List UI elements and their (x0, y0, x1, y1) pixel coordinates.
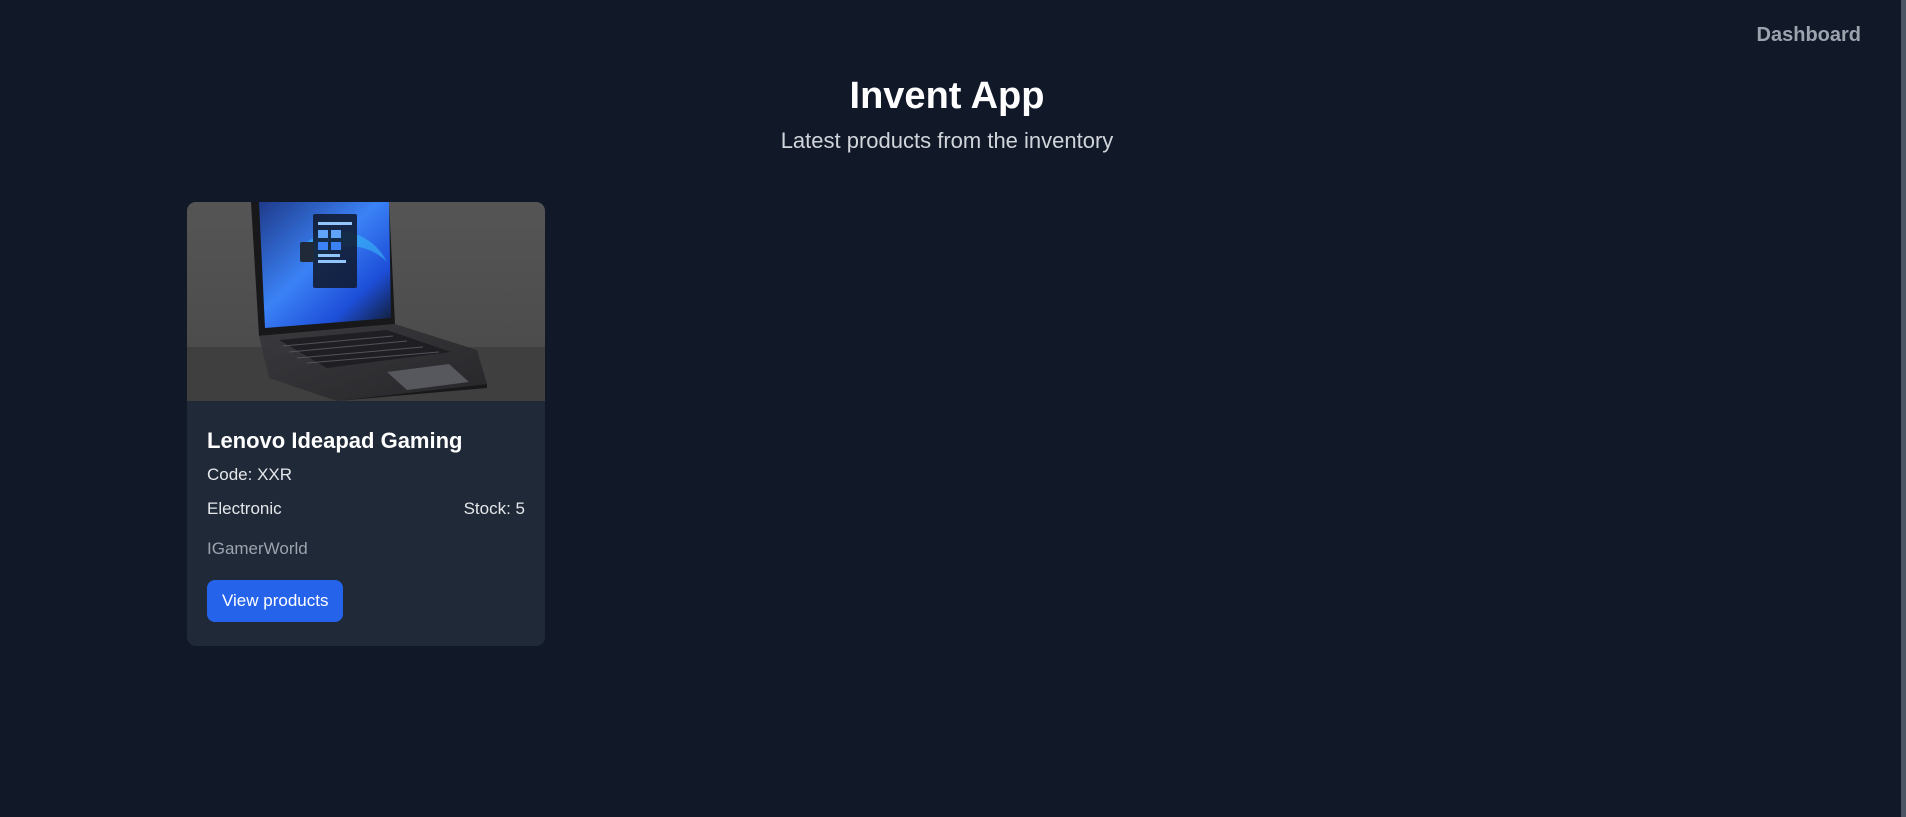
page-header: Invent App Latest products from the inve… (0, 70, 1894, 154)
product-card: Lenovo Ideapad Gaming Code: XXR Electron… (187, 202, 545, 646)
product-stock: Stock: 5 (463, 499, 525, 518)
scrollbar[interactable] (1901, 0, 1906, 817)
product-vendor: IGamerWorld (207, 539, 308, 558)
product-code: Code: XXR (207, 465, 293, 484)
page: Dashboard Invent App Latest products fro… (0, 0, 1906, 817)
dashboard-link[interactable]: Dashboard (1757, 24, 1861, 47)
product-card-body: Lenovo Ideapad Gaming Code: XXR Electron… (187, 426, 545, 622)
page-subtitle: Latest products from the inventory (780, 128, 1114, 153)
product-name: Lenovo Ideapad Gaming (207, 428, 463, 453)
page-title: Invent App (849, 75, 1045, 117)
product-category: Electronic (207, 499, 282, 518)
product-meta-row: Electronic Stock: 5 (207, 499, 525, 519)
laptop-image (187, 202, 545, 401)
product-image (187, 202, 545, 401)
view-products-button[interactable]: View products (207, 580, 344, 622)
